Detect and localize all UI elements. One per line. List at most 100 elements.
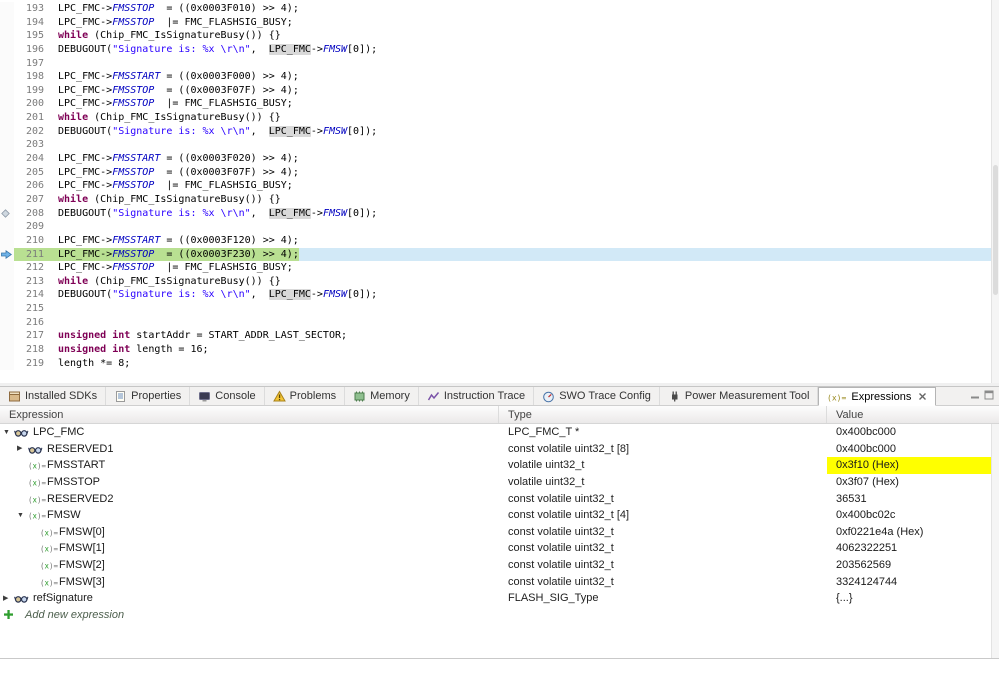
value-cell: {...} [836, 592, 853, 605]
variable-icon: (x)= [40, 559, 58, 571]
code-line-194[interactable]: 194 LPC_FMC->FMSSTOP |= FMC_FLASHSIG_BUSY… [0, 15, 999, 30]
expression-row-reserved1[interactable]: ▶ RESERVED1 const volatile uint32_t [8] 0x4… [0, 441, 999, 458]
code-token: = ((0x0003F07F) >> 4); [154, 166, 299, 178]
tab-problems[interactable]: Problems [265, 387, 346, 405]
code-line-206[interactable]: 206 LPC_FMC->FMSSTOP |= FMC_FLASHSIG_BUSY… [0, 179, 999, 193]
code-line-215[interactable]: 215 [0, 302, 999, 316]
code-token: LPC_FMC-> [58, 248, 113, 260]
code-line-213[interactable]: 213 while (Chip_FMC_IsSignatureBusy()) {} [0, 274, 999, 289]
expression-label: FMSW[0] [59, 525, 105, 538]
expression-cell: Add new expression [0, 607, 499, 624]
code-line-211[interactable]: 211 LPC_FMC->FMSSTOP = ((0x0003F230) >> 4… [0, 247, 999, 262]
tab-memory[interactable]: Memory [345, 387, 419, 405]
code-token: LPC_FMC-> [58, 166, 113, 178]
code-line-208[interactable]: 208 DEBUGOUT("Signature is: %x \r\n", LPC… [0, 206, 999, 221]
code-line-202[interactable]: 202 DEBUGOUT("Signature is: %x \r\n", LPC… [0, 124, 999, 139]
code-line-204[interactable]: 204 LPC_FMC->FMSSTART = ((0x0003F020) >> … [0, 152, 999, 166]
watch-expression-icon [14, 426, 32, 438]
value-cell: 203562569 [836, 559, 892, 572]
tab-power-measurement-tool[interactable]: Power Measurement Tool [660, 387, 819, 405]
code-line-203[interactable]: 203 [0, 138, 999, 153]
code-line-205[interactable]: 205 LPC_FMC->FMSSTOP = ((0x0003F07F) >> 4… [0, 165, 999, 180]
add-expression-icon[interactable] [3, 609, 21, 620]
table-scrollbar[interactable] [991, 424, 999, 658]
expand-arrow-icon[interactable]: ▶ [17, 445, 28, 452]
code-line-199[interactable]: 199 LPC_FMC->FMSSTOP = ((0x0003F07F) >> 4… [0, 83, 999, 98]
line-number: 218 [25, 344, 44, 356]
expression-row-fmsstart[interactable]: (x)= FMSSTART volatile uint32_t 0x3f10 (Hex… [0, 457, 999, 474]
line-number: 214 [25, 289, 44, 301]
expression-row-fmsw-1[interactable]: (x)= FMSW[1] const volatile uint32_t 406232… [0, 540, 999, 557]
tab-instruction-trace[interactable]: Instruction Trace [419, 387, 535, 405]
close-icon[interactable] [918, 392, 927, 401]
code-line-196[interactable]: 196 DEBUGOUT("Signature is: %x \r\n", LPC… [0, 42, 999, 57]
code-line-209[interactable]: 209 [0, 220, 999, 234]
expand-arrow-icon[interactable]: ▶ [3, 595, 14, 602]
marker-margin [0, 165, 14, 180]
type-cell [499, 607, 827, 624]
tab-properties[interactable]: Properties [106, 387, 191, 405]
code-line-218[interactable]: 218 unsigned int length = 16; [0, 343, 999, 357]
code-line-195[interactable]: 195 while (Chip_FMC_IsSignatureBusy()) {} [0, 29, 999, 43]
expression-row-fmsw-0[interactable]: (x)= FMSW[0] const volatile uint32_t 0xf022… [0, 524, 999, 541]
expression-label: LPC_FMC [33, 426, 85, 439]
code-line-193[interactable]: 193 LPC_FMC->FMSSTOP = ((0x0003F010) >> 4… [0, 2, 999, 16]
column-header-value[interactable]: Value [827, 406, 999, 423]
code-line-207[interactable]: 207 while (Chip_FMC_IsSignatureBusy()) {} [0, 192, 999, 207]
code-text: length *= 8; [53, 357, 130, 371]
code-line-214[interactable]: 214 DEBUGOUT("Signature is: %x \r\n", LPC… [0, 288, 999, 303]
expression-row-reserved2[interactable]: (x)= RESERVED2 const volatile uint32_t 3653… [0, 490, 999, 507]
line-number: 210 [25, 234, 44, 246]
code-line-197[interactable]: 197 [0, 56, 999, 71]
tab-console[interactable]: Console [190, 387, 265, 405]
column-header-expression[interactable]: Expression [0, 406, 499, 423]
code-line-216[interactable]: 216 [0, 315, 999, 330]
marker-margin [0, 274, 14, 289]
tab-installed-sdks[interactable]: Installed SDKs [0, 387, 107, 405]
code-line-198[interactable]: 198 LPC_FMC->FMSSTART = ((0x0003F000) >> … [0, 70, 999, 84]
code-text: DEBUGOUT("Signature is: %x \r\n", LPC_FM… [53, 43, 377, 57]
collapse-arrow-icon[interactable]: ▼ [3, 429, 14, 436]
code-token: LPC_FMC [268, 125, 311, 137]
code-token: [0]); [347, 207, 378, 219]
type-cell: const volatile uint32_t [508, 575, 614, 588]
code-token: = ((0x0003F07F) >> 4); [154, 84, 299, 96]
line-number: 205 [25, 166, 44, 178]
expression-row-fmsw-2[interactable]: (x)= FMSW[2] const volatile uint32_t 203562… [0, 557, 999, 574]
code-line-212[interactable]: 212 LPC_FMC->FMSSTOP |= FMC_FLASHSIG_BUSY… [0, 261, 999, 275]
code-line-217[interactable]: 217 unsigned int startAddr = START_ADDR_L… [0, 329, 999, 344]
expression-row-fmsw-3[interactable]: (x)= FMSW[3] const volatile uint32_t 332412… [0, 573, 999, 590]
line-number: 201 [25, 112, 44, 124]
column-header-type[interactable]: Type [499, 406, 827, 423]
code-line-219[interactable]: 219 length *= 8; [0, 356, 999, 371]
code-line-200[interactable]: 200 LPC_FMC->FMSSTOP |= FMC_FLASHSIG_BUSY… [0, 97, 999, 112]
expression-row-lpc-fmc[interactable]: ▼ LPC_FMC LPC_FMC_T * 0x400bc000 [0, 424, 999, 441]
tab-label: Instruction Trace [443, 390, 526, 402]
expression-label: FMSW[3] [59, 575, 105, 588]
expression-row-fmsw[interactable]: ▼ (x)= FMSW const volatile uint32_t [4] 0x40… [0, 507, 999, 524]
line-number: 217 [25, 330, 44, 342]
variable-icon: (x)= [28, 459, 46, 471]
tabs-container: Installed SDKs Properties Console Problems M… [0, 387, 937, 406]
maximize-icon[interactable] [984, 387, 994, 405]
add-new-expression-row[interactable]: Add new expression [0, 607, 999, 624]
code-token: length = 16; [130, 344, 209, 356]
editor-scrollbar[interactable] [991, 0, 999, 383]
expression-row-refsignature[interactable]: ▶ refSignature FLASH_SIG_Type {...} [0, 590, 999, 607]
svg-text:(x)=: (x)= [40, 528, 58, 537]
expression-label: FMSW[2] [59, 559, 105, 572]
code-token: FMSSTOP [112, 180, 155, 192]
code-line-201[interactable]: 201 while (Chip_FMC_IsSignatureBusy()) {} [0, 111, 999, 125]
tab-expressions[interactable]: (x)= Expressions [818, 387, 937, 406]
editor-scrollbar-thumb[interactable] [993, 165, 998, 295]
collapse-arrow-icon[interactable]: ▼ [17, 512, 28, 519]
expression-cell: (x)= FMSW[2] [0, 557, 499, 574]
code-line-210[interactable]: 210 LPC_FMC->FMSSTART = ((0x0003F120) >> … [0, 233, 999, 248]
expression-cell: (x)= RESERVED2 [0, 490, 499, 507]
code-editor[interactable]: 193 LPC_FMC->FMSSTOP = ((0x0003F010) >> 4… [0, 0, 999, 383]
tab-swo-trace-config[interactable]: SWO Trace Config [534, 387, 660, 405]
minimize-icon[interactable] [970, 387, 980, 405]
expression-row-fmsstop[interactable]: (x)= FMSSTOP volatile uint32_t 0x3f07 (Hex) [0, 474, 999, 491]
